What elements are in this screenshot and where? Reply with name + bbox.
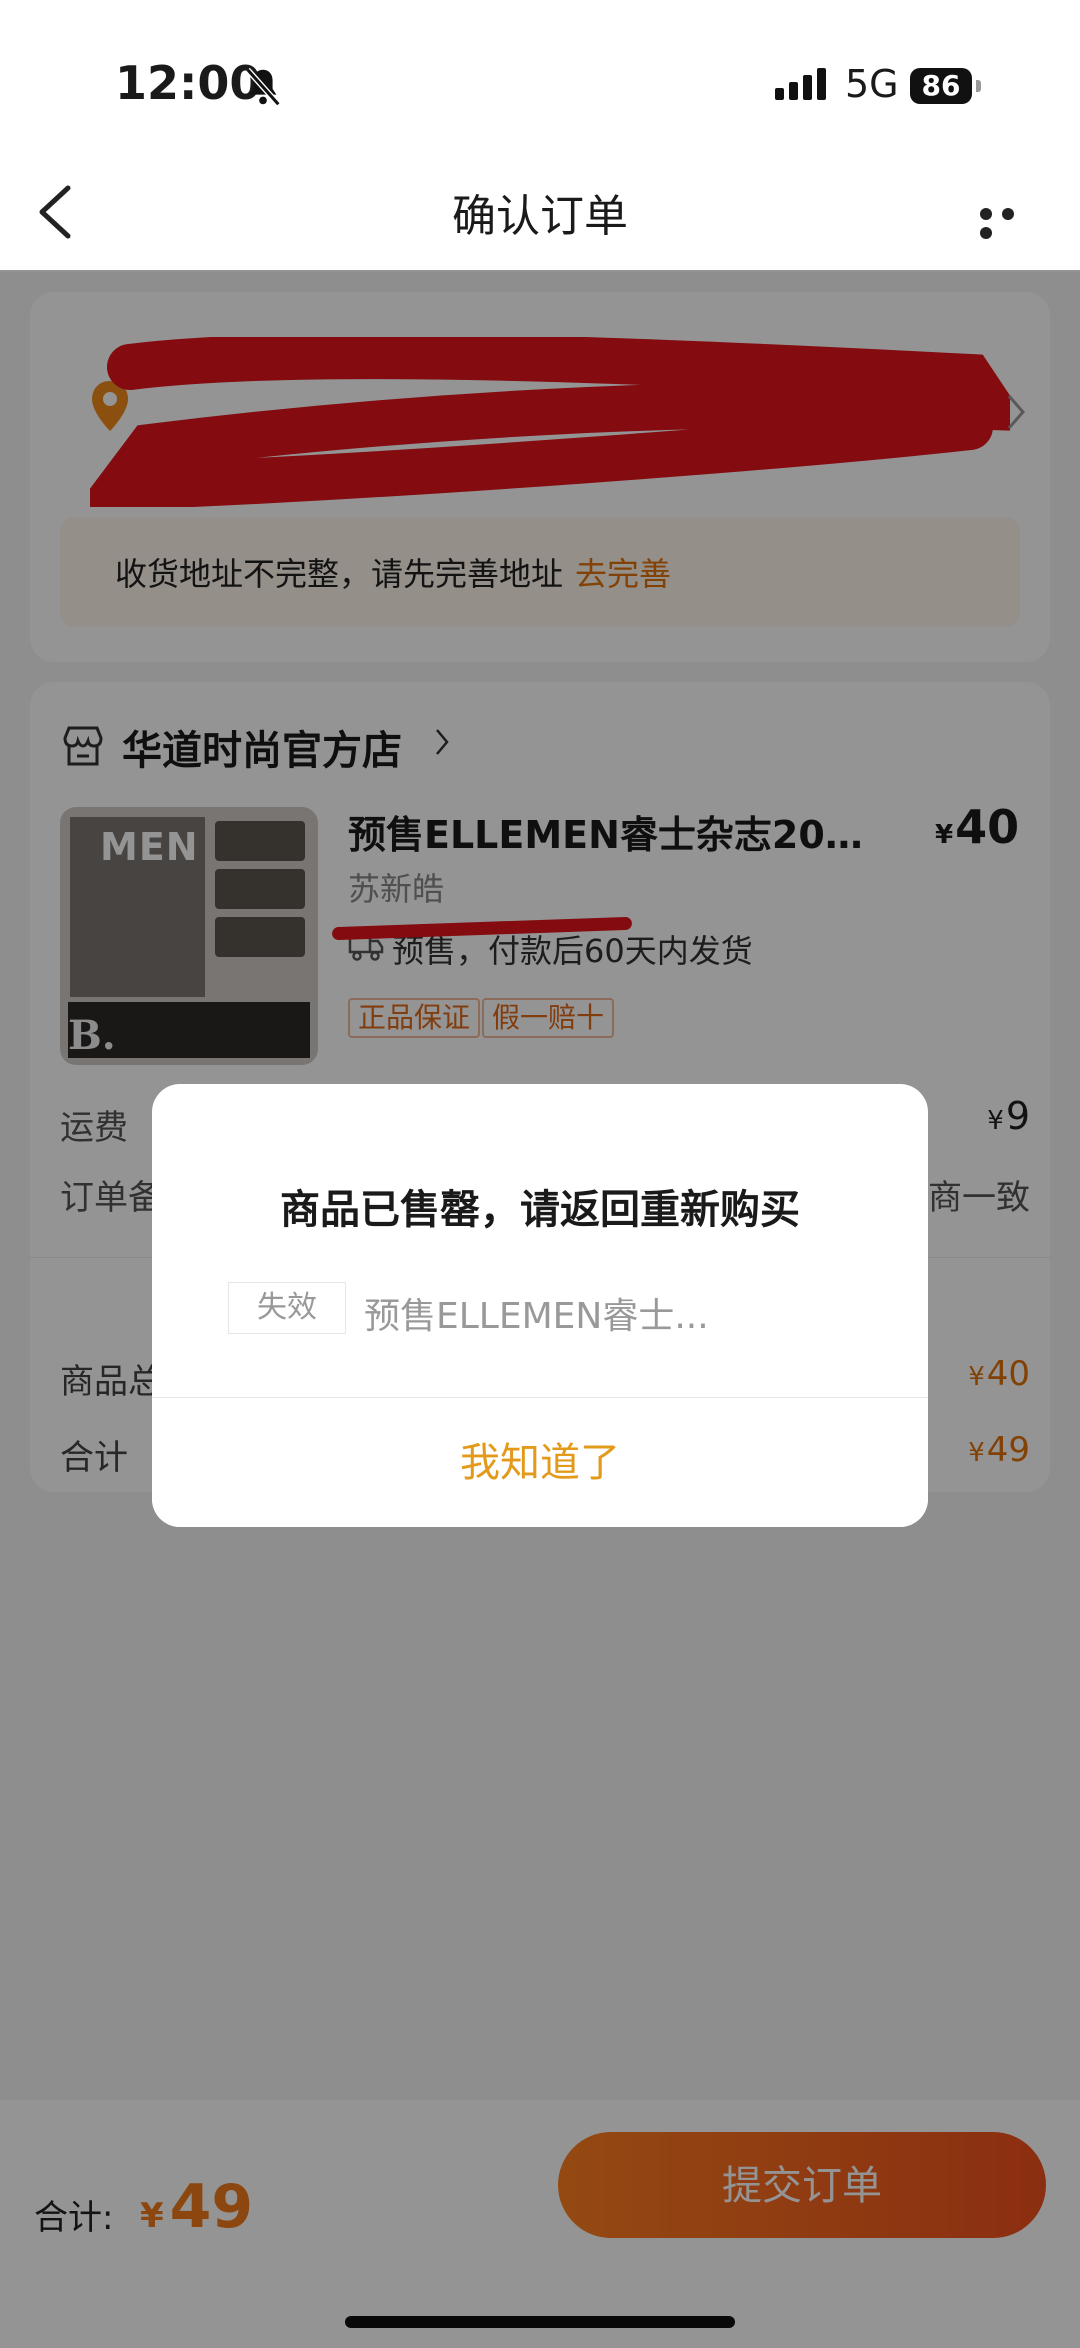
dialog-title: 商品已售罄，请返回重新购买 xyxy=(280,1187,800,1233)
battery-icon: 86 xyxy=(910,68,972,104)
nav-bar: 确认订单 xyxy=(0,150,1080,272)
sold-out-dialog: 商品已售罄，请返回重新购买 失效 预售ELLEMEN睿士... 我知道了 xyxy=(152,1084,928,1527)
status-bar: 12:00 5G 86 xyxy=(0,0,1080,175)
cellular-signal-icon xyxy=(775,68,831,100)
acknowledge-button[interactable]: 我知道了 xyxy=(152,1398,928,1527)
dialog-item-title: 预售ELLEMEN睿士... xyxy=(364,1296,709,1337)
page-title: 确认订单 xyxy=(452,191,628,242)
battery-tip xyxy=(976,80,981,92)
more-dots-icon[interactable] xyxy=(980,205,1044,239)
bell-muted-icon xyxy=(245,67,281,107)
invalid-badge: 失效 xyxy=(228,1282,346,1334)
network-type: 5G xyxy=(845,62,899,106)
